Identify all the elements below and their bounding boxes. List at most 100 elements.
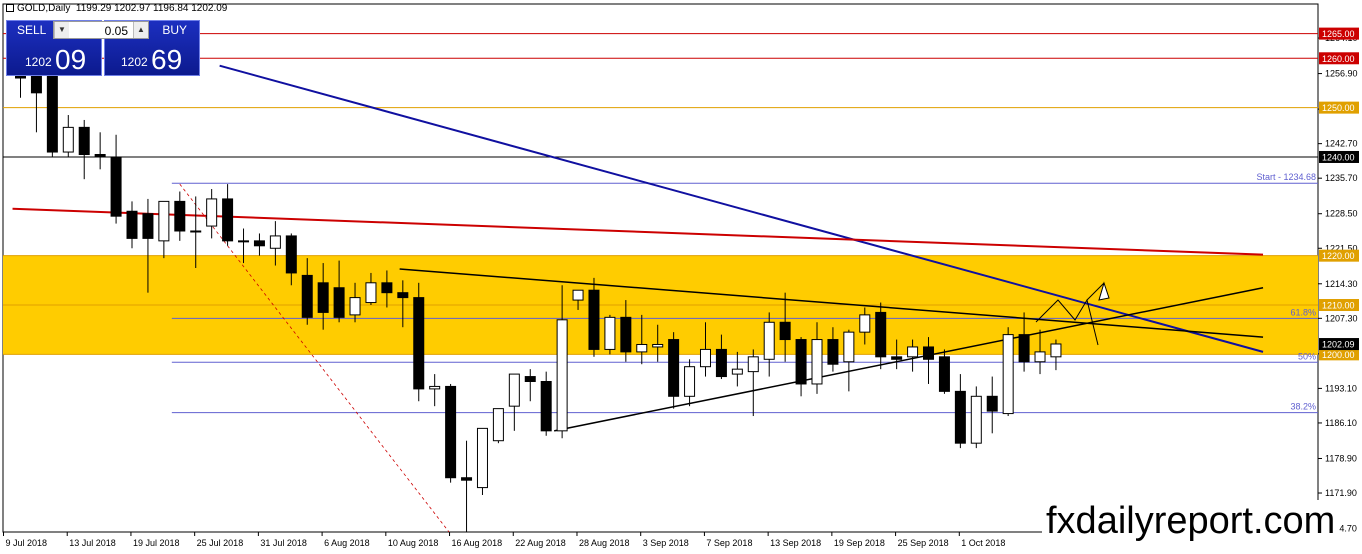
- price-label-text: 1265.00: [1322, 29, 1355, 39]
- candle-body: [333, 287, 345, 318]
- candle-body: [684, 366, 696, 397]
- candle-body: [62, 126, 74, 153]
- candle-body: [779, 321, 791, 341]
- price-chart[interactable]: 61.8%50%38.2%Start - 1234.681264.101256.…: [0, 0, 1362, 554]
- lot-size-input[interactable]: ▼ 0.05 ▲: [53, 21, 149, 39]
- candle-body: [811, 339, 823, 385]
- candle-body: [875, 311, 887, 358]
- y-tick-label: 1207.30: [1325, 313, 1358, 323]
- candle-body: [763, 321, 775, 360]
- candle-body: [301, 274, 313, 318]
- candle-body: [827, 339, 839, 365]
- fib-level-label: 50%: [1298, 351, 1316, 361]
- candle-body: [476, 427, 488, 489]
- x-tick-label: 19 Jul 2018: [133, 538, 180, 548]
- candle-body: [158, 200, 170, 242]
- buy-label: BUY: [162, 23, 187, 37]
- candle-body: [620, 316, 632, 353]
- candle-body: [285, 235, 297, 274]
- candle-body: [1002, 334, 1014, 415]
- candle-body: [1018, 334, 1030, 363]
- price-label-text: 1202.09: [1322, 340, 1355, 350]
- candle-body: [110, 156, 122, 217]
- x-tick-label: 16 Aug 2018: [452, 538, 503, 548]
- x-tick-label: 25 Jul 2018: [197, 538, 244, 548]
- price-label-text: 1200.00: [1322, 350, 1355, 360]
- candle-body: [94, 154, 106, 158]
- fib-level-label: 38.2%: [1290, 402, 1316, 412]
- x-tick-label: 13 Jul 2018: [69, 538, 116, 548]
- candle-body: [859, 314, 871, 333]
- candle-body: [445, 385, 457, 479]
- candle-body: [253, 240, 265, 247]
- candle-body: [636, 343, 648, 353]
- candle-body: [556, 319, 568, 432]
- candle-body: [349, 297, 361, 316]
- candle-body: [970, 395, 982, 444]
- candle-body: [795, 339, 807, 385]
- ohlc-values: 1199.29 1202.97 1196.84 1202.09: [75, 3, 228, 14]
- candle-body: [715, 348, 727, 378]
- candle-body: [954, 390, 966, 444]
- y-tick-label: 1235.70: [1325, 173, 1358, 183]
- symbol-label: GOLD,Daily: [17, 3, 71, 14]
- sell-price-big: 09: [55, 44, 87, 75]
- candle-body: [540, 380, 552, 432]
- candle-body: [731, 368, 743, 375]
- x-tick-label: 31 Jul 2018: [260, 538, 307, 548]
- candle-body: [429, 385, 441, 390]
- lot-size-value: 0.05: [104, 24, 128, 38]
- lot-decrease-icon[interactable]: ▼: [54, 22, 69, 38]
- price-label-text: 1260.00: [1322, 54, 1355, 64]
- candle-body: [668, 339, 680, 397]
- price-label-text: 1220.00: [1322, 251, 1355, 261]
- y-tick-label: 1228.50: [1325, 209, 1358, 219]
- candle-body: [381, 282, 393, 294]
- candle-body: [142, 213, 154, 239]
- candle-body: [461, 477, 473, 481]
- candle-body: [923, 346, 935, 360]
- candle-body: [238, 240, 250, 243]
- candle-body: [747, 356, 759, 373]
- candle-body: [222, 198, 234, 242]
- candle-body: [699, 348, 711, 368]
- x-tick-label: 7 Sep 2018: [706, 538, 752, 548]
- candle-body: [126, 210, 138, 239]
- y-tick-label: 1178.90: [1325, 453, 1357, 463]
- candle-body: [604, 316, 616, 350]
- candle-body: [938, 356, 950, 392]
- candle-body: [986, 395, 998, 412]
- fib-level-label: 61.8%: [1290, 307, 1316, 317]
- candle-body: [588, 289, 600, 350]
- price-label-text: 1240.00: [1322, 152, 1355, 162]
- y-tick-label: 1256.90: [1325, 69, 1358, 79]
- candle-body: [30, 72, 42, 94]
- x-tick-label: 9 Jul 2018: [6, 538, 48, 548]
- candle-body: [891, 356, 903, 360]
- x-tick-label: 1 Oct 2018: [961, 538, 1005, 548]
- candle-body: [1034, 351, 1046, 363]
- candle-body: [317, 282, 329, 313]
- price-label-text: 1210.00: [1322, 301, 1355, 311]
- candle-body: [524, 376, 536, 382]
- lot-increase-icon[interactable]: ▲: [133, 22, 148, 38]
- x-tick-label: 3 Sep 2018: [643, 538, 689, 548]
- symbol-square-icon: [6, 4, 14, 13]
- y-tick-label: 1193.10: [1325, 383, 1357, 393]
- candle-body: [508, 373, 520, 407]
- x-tick-label: 25 Sep 2018: [898, 538, 949, 548]
- candle-body: [843, 331, 855, 363]
- y-tick-label: 1242.70: [1325, 139, 1358, 149]
- candle-body: [78, 126, 90, 156]
- watermark: fxdailyreport.com: [1042, 500, 1340, 543]
- x-tick-label: 6 Aug 2018: [324, 538, 370, 548]
- candle-body: [492, 408, 504, 442]
- candle-body: [174, 200, 186, 232]
- candle-body: [907, 346, 919, 358]
- candle-body: [46, 72, 58, 153]
- candle-body: [1050, 343, 1062, 358]
- x-tick-label: 19 Sep 2018: [834, 538, 885, 548]
- x-tick-label: 22 Aug 2018: [515, 538, 566, 548]
- candle-body: [190, 230, 202, 233]
- price-label-text: 1250.00: [1322, 103, 1355, 113]
